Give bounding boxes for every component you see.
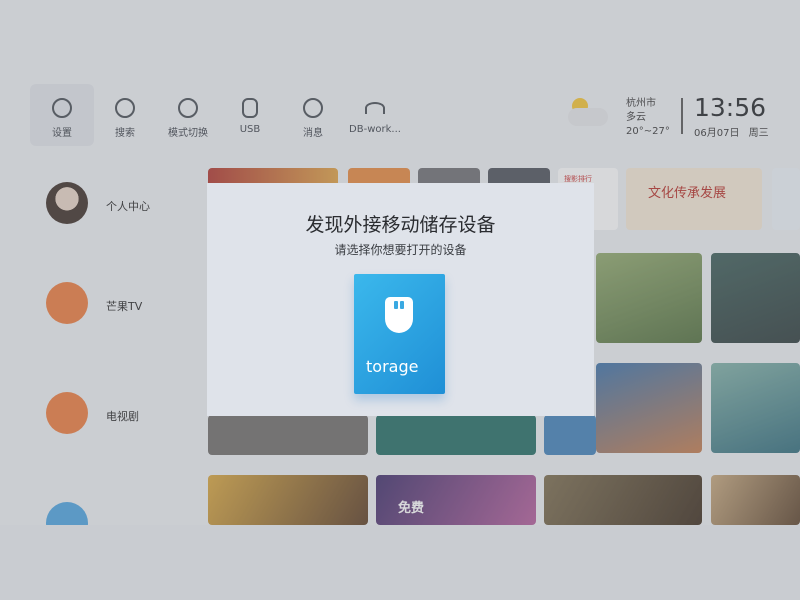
- usb-drive-icon: [385, 297, 413, 333]
- storage-device-button[interactable]: torage: [354, 274, 445, 394]
- dialog-title: 发现外接移动储存设备: [305, 214, 496, 236]
- device-label: torage: [366, 357, 419, 376]
- tv-screen: 设置 搜索 模式切换 USB 消息 DB-work... 杭州市 多云 20°~…: [0, 0, 800, 600]
- storage-device-dialog: 发现外接移动储存设备 请选择你想要打开的设备 torage: [207, 183, 594, 416]
- watermark-logo: [620, 556, 740, 586]
- dialog-subtitle: 请选择你想要打开的设备: [334, 243, 467, 257]
- tv-home: 设置 搜索 模式切换 USB 消息 DB-work... 杭州市 多云 20°~…: [0, 0, 800, 525]
